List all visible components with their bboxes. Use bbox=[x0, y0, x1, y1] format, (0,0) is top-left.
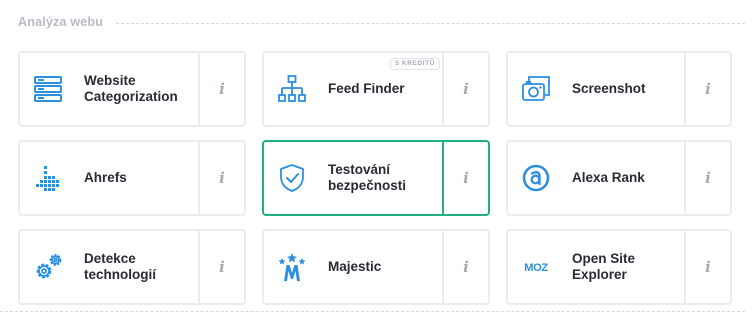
gears-icon bbox=[32, 251, 64, 283]
card-label: Open Site Explorer bbox=[572, 251, 636, 282]
moz-logo-icon: MOZ bbox=[520, 251, 552, 283]
card-main[interactable]: Detekce technologií bbox=[20, 231, 198, 303]
card-label: Testování bezpečnosti bbox=[328, 162, 407, 193]
card-label: Detekce technologií bbox=[84, 251, 156, 282]
card-label: Screenshot bbox=[572, 81, 646, 96]
card-label: Majestic bbox=[328, 259, 382, 274]
info-button[interactable]: i bbox=[198, 53, 244, 125]
credits-badge: 5 KREDITŮ bbox=[390, 58, 440, 70]
card-main[interactable]: Testování bezpečnosti bbox=[264, 142, 442, 214]
card-technology-detection[interactable]: Detekce technologií i bbox=[18, 229, 246, 305]
card-alexa-rank[interactable]: Alexa Rank i bbox=[506, 140, 732, 216]
section-divider bbox=[116, 23, 745, 24]
bottom-divider bbox=[0, 311, 745, 312]
info-button[interactable]: i bbox=[442, 53, 488, 125]
sitemap-icon bbox=[276, 73, 308, 105]
card-open-site-explorer[interactable]: MOZ Open Site Explorer i bbox=[506, 229, 732, 305]
info-button[interactable]: i bbox=[198, 142, 244, 214]
screenshot-camera-icon bbox=[520, 73, 552, 105]
card-main[interactable]: Ahrefs bbox=[20, 142, 198, 214]
shield-check-icon bbox=[276, 162, 308, 194]
majestic-logo-icon bbox=[276, 251, 308, 283]
card-website-categorization[interactable]: Website Categorization i bbox=[18, 51, 246, 127]
card-screenshot[interactable]: Screenshot i bbox=[506, 51, 732, 127]
card-main[interactable]: Website Categorization bbox=[20, 53, 198, 125]
info-button[interactable]: i bbox=[684, 231, 730, 303]
ahrefs-logo-icon bbox=[32, 162, 64, 194]
card-main[interactable]: Majestic bbox=[264, 231, 442, 303]
card-security-testing[interactable]: Testování bezpečnosti i bbox=[262, 140, 490, 216]
info-button[interactable]: i bbox=[684, 142, 730, 214]
alexa-logo-icon bbox=[520, 162, 552, 194]
card-label: Feed Finder bbox=[328, 81, 405, 96]
card-majestic[interactable]: Majestic i bbox=[262, 229, 490, 305]
info-button[interactable]: i bbox=[198, 231, 244, 303]
card-label: Website Categorization bbox=[84, 73, 178, 104]
server-stack-icon bbox=[32, 73, 64, 105]
info-button[interactable]: i bbox=[684, 53, 730, 125]
info-button[interactable]: i bbox=[442, 142, 488, 214]
moz-logo-text: MOZ bbox=[524, 262, 548, 274]
card-main[interactable]: MOZ Open Site Explorer bbox=[508, 231, 684, 303]
card-main[interactable]: Alexa Rank bbox=[508, 142, 684, 214]
tools-grid: Website Categorization i 5 KREDITŮ Feed … bbox=[18, 51, 732, 305]
card-main[interactable]: Screenshot bbox=[508, 53, 684, 125]
card-ahrefs[interactable]: Ahrefs i bbox=[18, 140, 246, 216]
info-button[interactable]: i bbox=[442, 231, 488, 303]
card-label: Alexa Rank bbox=[572, 170, 645, 185]
card-feed-finder[interactable]: 5 KREDITŮ Feed Finder i bbox=[262, 51, 490, 127]
section-title: Analýza webu bbox=[18, 15, 104, 29]
card-label: Ahrefs bbox=[84, 170, 127, 185]
